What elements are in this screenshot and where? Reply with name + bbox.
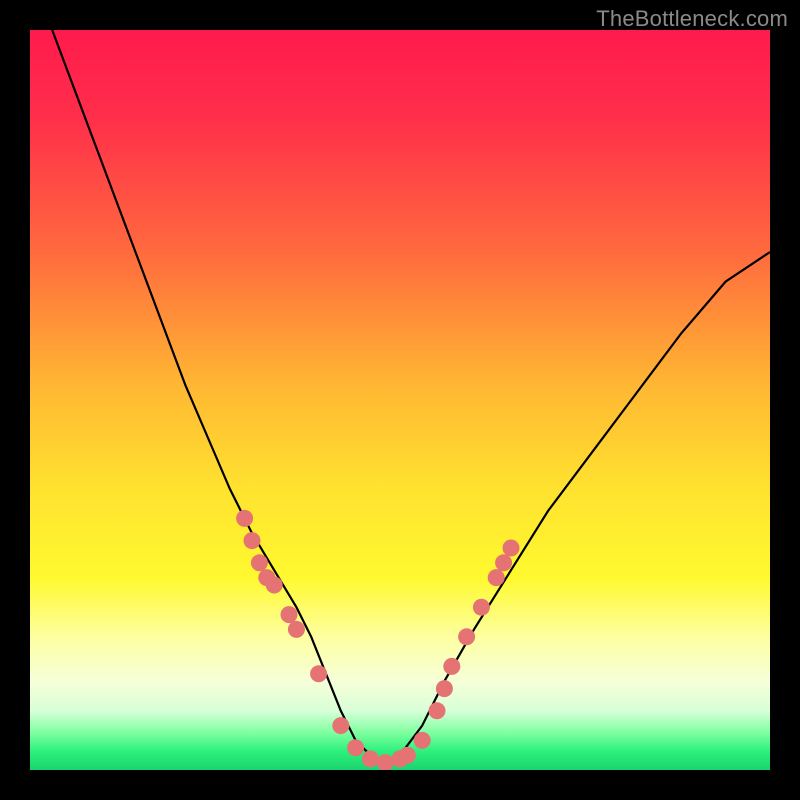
marker-point (281, 606, 298, 623)
marker-point (488, 569, 505, 586)
marker-point (244, 532, 261, 549)
marker-point (332, 717, 349, 734)
marker-point (503, 540, 520, 557)
plot-area (30, 30, 770, 770)
marker-point (399, 747, 416, 764)
marker-point (377, 754, 394, 770)
chart-svg (30, 30, 770, 770)
marker-point (347, 739, 364, 756)
marker-point (436, 680, 453, 697)
marker-point (288, 621, 305, 638)
bottleneck-curve (52, 30, 770, 763)
watermark-text: TheBottleneck.com (596, 6, 788, 32)
marker-point (251, 554, 268, 571)
marker-point (495, 554, 512, 571)
marker-point (266, 577, 283, 594)
marker-point (236, 510, 253, 527)
marker-point (310, 665, 327, 682)
marker-point (458, 628, 475, 645)
marker-point (414, 732, 431, 749)
marker-point (473, 599, 490, 616)
marker-point (429, 702, 446, 719)
chart-frame: TheBottleneck.com (0, 0, 800, 800)
curve-markers (236, 510, 519, 770)
marker-point (362, 750, 379, 767)
marker-point (443, 658, 460, 675)
